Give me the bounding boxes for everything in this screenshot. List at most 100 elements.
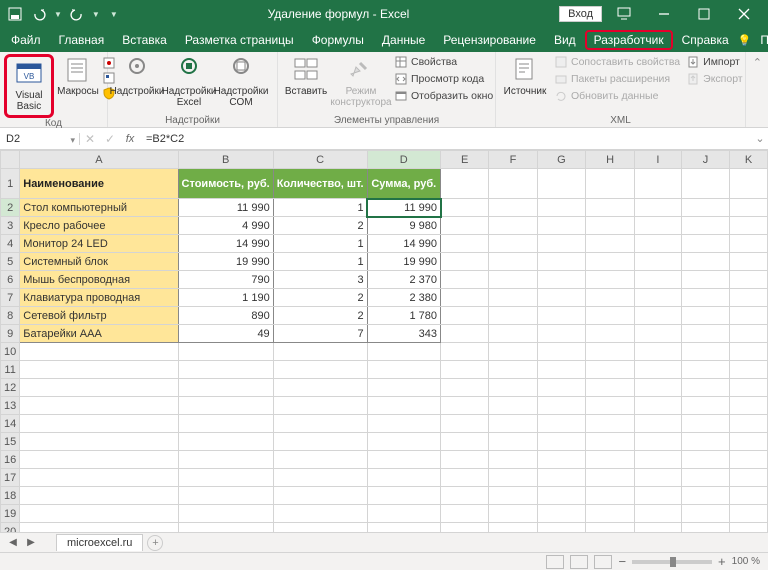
tellme-icon[interactable]: 💡 xyxy=(738,34,752,47)
cell[interactable] xyxy=(586,397,635,415)
row-header[interactable]: 16 xyxy=(1,451,20,469)
xml-source-button[interactable]: Источник xyxy=(500,54,550,99)
cell[interactable] xyxy=(441,289,489,307)
tab-review[interactable]: Рецензирование xyxy=(434,30,545,50)
cell[interactable] xyxy=(367,433,440,451)
cell[interactable] xyxy=(730,307,768,325)
cell[interactable]: Стол компьютерный xyxy=(20,199,178,217)
enter-formula-icon[interactable]: ✓ xyxy=(100,132,120,146)
cell[interactable] xyxy=(730,433,768,451)
cell[interactable] xyxy=(730,397,768,415)
zoom-level[interactable]: 100 % xyxy=(732,556,760,567)
tab-pagelayout[interactable]: Разметка страницы xyxy=(176,30,303,50)
cell[interactable]: Кресло рабочее xyxy=(20,217,178,235)
refresh-data-button[interactable]: Обновить данные xyxy=(552,88,682,104)
cell[interactable]: Мышь беспроводная xyxy=(20,271,178,289)
cell[interactable] xyxy=(20,343,178,361)
login-button[interactable]: Вход xyxy=(559,6,602,22)
cell[interactable] xyxy=(489,487,537,505)
cell[interactable] xyxy=(634,361,681,379)
col-header[interactable]: D xyxy=(367,151,440,169)
cell[interactable]: 1 xyxy=(273,199,367,217)
cell[interactable] xyxy=(682,271,730,289)
col-header[interactable]: H xyxy=(586,151,635,169)
cell[interactable] xyxy=(367,415,440,433)
cell[interactable] xyxy=(682,487,730,505)
cell[interactable] xyxy=(441,325,489,343)
cell[interactable]: 19 990 xyxy=(367,253,440,271)
cell[interactable] xyxy=(489,343,537,361)
cell[interactable] xyxy=(441,343,489,361)
cell[interactable]: 1 780 xyxy=(367,307,440,325)
zoom-in-button[interactable]: + xyxy=(718,554,726,569)
redo-dropdown-icon[interactable]: ▼ xyxy=(92,10,100,19)
cell[interactable] xyxy=(20,433,178,451)
map-properties-button[interactable]: Сопоставить свойства xyxy=(552,54,682,70)
cell[interactable]: 2 xyxy=(273,307,367,325)
cell[interactable] xyxy=(367,505,440,523)
row-header[interactable]: 15 xyxy=(1,433,20,451)
cell[interactable] xyxy=(730,253,768,271)
properties-button[interactable]: Свойства xyxy=(392,54,495,70)
col-header[interactable]: C xyxy=(273,151,367,169)
cell[interactable] xyxy=(586,487,635,505)
cell[interactable] xyxy=(730,451,768,469)
cell[interactable] xyxy=(634,289,681,307)
cell[interactable] xyxy=(489,217,537,235)
tab-insert[interactable]: Вставка xyxy=(113,30,176,50)
cell[interactable] xyxy=(367,343,440,361)
sheet-nav-prev-icon[interactable]: ◀ xyxy=(6,537,20,548)
cell[interactable] xyxy=(537,325,586,343)
cell[interactable] xyxy=(634,415,681,433)
qat-customize-icon[interactable]: ▼ xyxy=(110,10,118,19)
cell[interactable] xyxy=(586,169,635,199)
cell[interactable] xyxy=(634,217,681,235)
ribbon-options-icon[interactable] xyxy=(606,0,642,28)
page-break-view-icon[interactable] xyxy=(594,555,612,569)
cell[interactable] xyxy=(273,343,367,361)
cell[interactable] xyxy=(730,505,768,523)
row-header[interactable]: 13 xyxy=(1,397,20,415)
cell[interactable] xyxy=(634,397,681,415)
cell[interactable] xyxy=(20,415,178,433)
cell[interactable]: 19 990 xyxy=(178,253,273,271)
cell[interactable] xyxy=(441,415,489,433)
cell[interactable] xyxy=(586,235,635,253)
cell[interactable] xyxy=(730,343,768,361)
row-header[interactable]: 17 xyxy=(1,469,20,487)
com-addins-button[interactable]: Надстройки COM xyxy=(216,54,266,110)
cell[interactable] xyxy=(730,469,768,487)
cell[interactable] xyxy=(178,361,273,379)
cell[interactable] xyxy=(586,325,635,343)
cell[interactable] xyxy=(178,469,273,487)
cell[interactable] xyxy=(634,271,681,289)
cell[interactable] xyxy=(586,271,635,289)
cell[interactable] xyxy=(489,451,537,469)
insert-control-button[interactable]: Вставить xyxy=(282,54,330,99)
tab-developer[interactable]: Разработчик xyxy=(585,30,673,50)
tab-home[interactable]: Главная xyxy=(50,30,114,50)
cell[interactable] xyxy=(489,307,537,325)
cell[interactable] xyxy=(20,379,178,397)
cell[interactable] xyxy=(730,361,768,379)
cell[interactable] xyxy=(273,469,367,487)
cell[interactable] xyxy=(441,361,489,379)
cell[interactable] xyxy=(178,433,273,451)
cell[interactable]: 790 xyxy=(178,271,273,289)
tellme-text[interactable]: Помощ... xyxy=(751,30,768,50)
cell[interactable] xyxy=(586,199,635,217)
cell[interactable] xyxy=(489,235,537,253)
cell[interactable] xyxy=(682,415,730,433)
cell[interactable] xyxy=(682,169,730,199)
tab-view[interactable]: Вид xyxy=(545,30,585,50)
header-cell[interactable]: Сумма, руб. xyxy=(367,169,440,199)
undo-dropdown-icon[interactable]: ▼ xyxy=(54,10,62,19)
tab-data[interactable]: Данные xyxy=(373,30,434,50)
cell[interactable] xyxy=(441,235,489,253)
cell[interactable]: 2 xyxy=(273,217,367,235)
cell[interactable]: 3 xyxy=(273,271,367,289)
row-header[interactable]: 19 xyxy=(1,505,20,523)
cell[interactable] xyxy=(489,379,537,397)
cell[interactable]: Системный блок xyxy=(20,253,178,271)
cell[interactable]: 1 xyxy=(273,235,367,253)
